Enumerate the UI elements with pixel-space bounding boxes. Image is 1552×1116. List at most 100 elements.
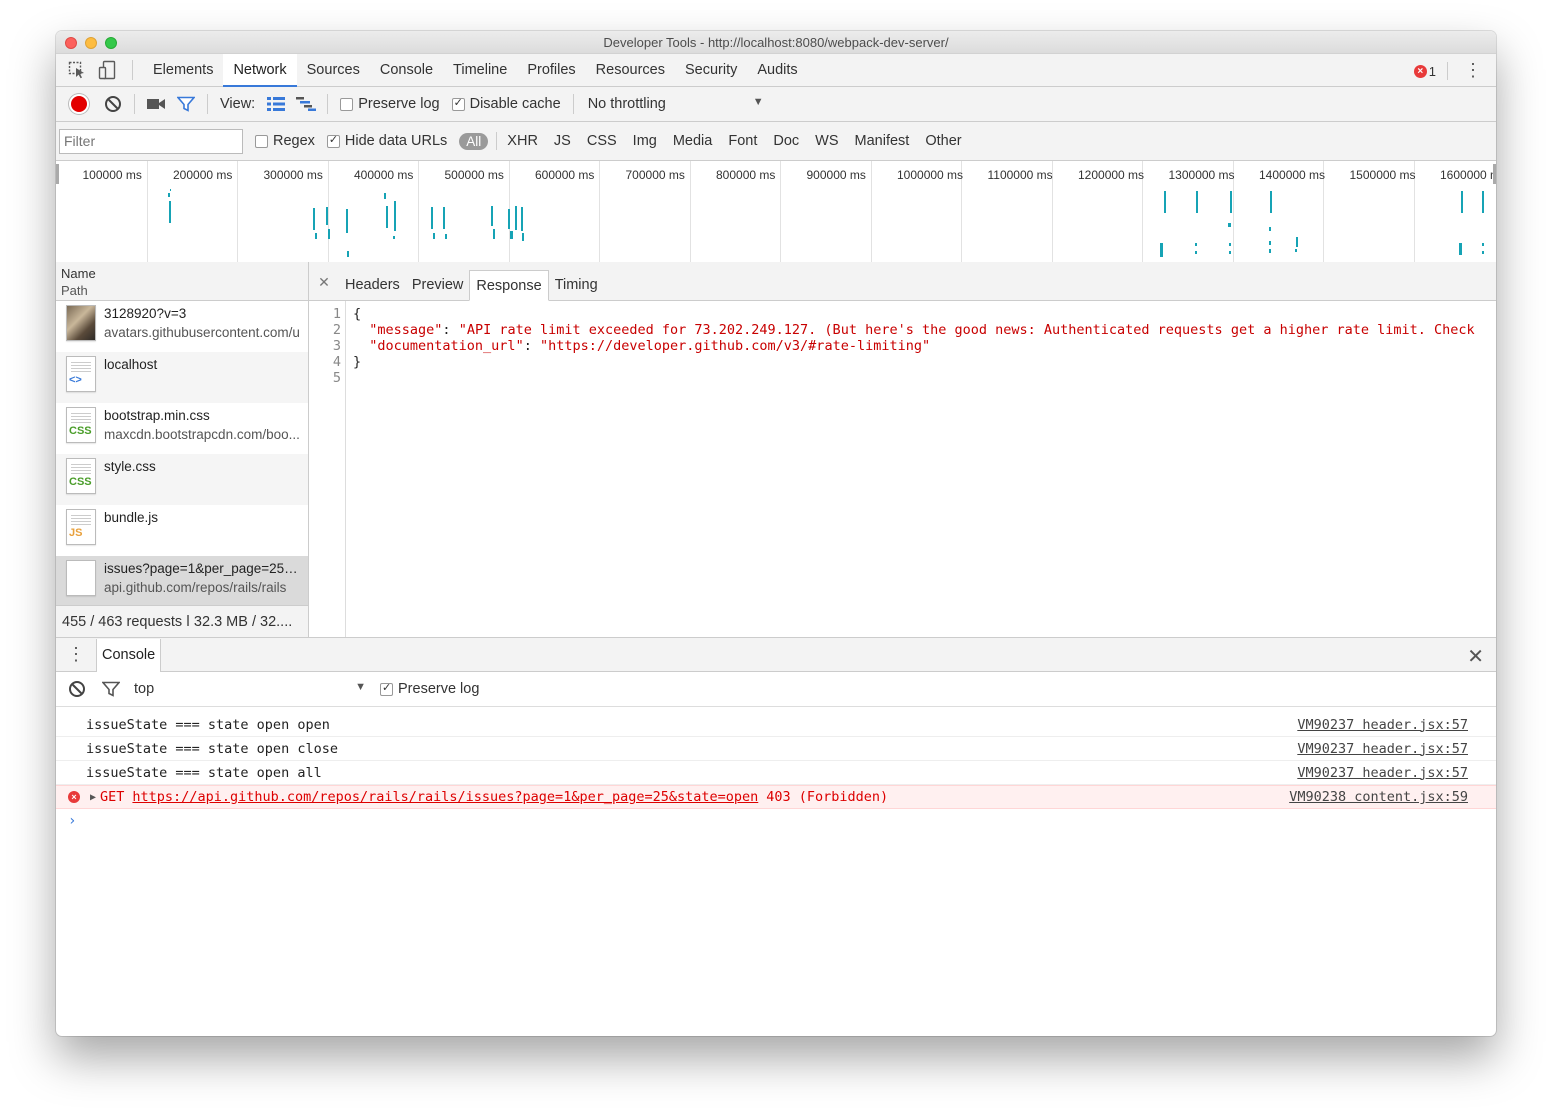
log-source-link[interactable]: VM90237 header.jsx:57 xyxy=(1297,741,1468,757)
overview-toggle-button[interactable] xyxy=(291,89,321,119)
close-window-button[interactable] xyxy=(65,37,77,49)
filter-type-ws[interactable]: WS xyxy=(807,133,846,149)
code-line: { xyxy=(353,306,1496,322)
filter-input[interactable] xyxy=(59,128,243,154)
throttling-select[interactable]: No throttling ▼ xyxy=(588,96,764,112)
request-row[interactable]: CSS style.css xyxy=(56,454,308,505)
console-filter-icon[interactable] xyxy=(102,681,120,697)
request-row[interactable]: 3128920?v=3 avatars.githubusercontent.com… xyxy=(56,301,308,352)
error-url-link[interactable]: https://api.github.com/repos/rails/rails… xyxy=(132,789,758,805)
error-counter[interactable]: × 1 xyxy=(1413,62,1448,80)
tab-timeline[interactable]: Timeline xyxy=(443,54,517,87)
checkbox-unchecked[interactable] xyxy=(340,97,354,111)
request-path: api.github.com/repos/rails/rails xyxy=(104,580,287,595)
request-row[interactable]: issues?page=1&per_page=25&... api.github.… xyxy=(56,556,308,607)
request-name: bundle.js xyxy=(104,510,159,525)
request-row[interactable]: CSS bootstrap.min.css maxcdn.bootstrapcdn.… xyxy=(56,403,308,454)
tab-headers[interactable]: Headers xyxy=(339,270,406,300)
regex-checkbox[interactable]: Regex xyxy=(255,133,315,149)
console-preserve-log-checkbox[interactable]: Preserve log xyxy=(380,681,479,697)
console-prompt[interactable]: › xyxy=(56,809,1496,833)
context-select[interactable]: top ▼ xyxy=(126,681,366,697)
regex-label: Regex xyxy=(273,133,315,149)
request-name: style.css xyxy=(104,459,156,474)
filter-type-other[interactable]: Other xyxy=(917,133,969,149)
filter-type-media[interactable]: Media xyxy=(665,133,721,149)
toolbar-divider xyxy=(572,94,574,114)
log-text: issueState === state open all xyxy=(86,764,322,781)
close-detail-icon[interactable]: ✕ xyxy=(309,264,339,300)
record-button[interactable] xyxy=(64,89,94,119)
tab-elements[interactable]: Elements xyxy=(143,54,223,87)
preserve-log-label: Preserve log xyxy=(358,96,440,112)
tab-timing[interactable]: Timing xyxy=(549,270,604,300)
tab-response[interactable]: Response xyxy=(469,270,549,301)
tab-resources[interactable]: Resources xyxy=(586,54,675,87)
checkbox-unchecked[interactable] xyxy=(255,134,268,148)
checkbox-checked[interactable] xyxy=(451,96,465,111)
filter-type-all[interactable]: All xyxy=(459,132,489,150)
tab-audits[interactable]: Audits xyxy=(747,54,807,87)
overview-left-handle[interactable] xyxy=(56,164,59,184)
more-options-icon[interactable]: ⋮ xyxy=(1464,61,1482,79)
zoom-window-button[interactable] xyxy=(105,37,117,49)
inspect-element-icon[interactable] xyxy=(62,54,92,87)
close-drawer-icon[interactable]: ✕ xyxy=(1467,644,1484,669)
checkbox-checked[interactable] xyxy=(326,133,340,148)
name-column-header[interactable]: Name xyxy=(61,265,303,282)
console-log-message: issueState === state open all VM90237 hea… xyxy=(56,761,1496,785)
request-path: avatars.githubusercontent.com/u xyxy=(104,325,300,340)
js-file-icon: JS xyxy=(66,509,96,545)
overview-right-handle[interactable] xyxy=(1493,164,1496,184)
filter-type-doc[interactable]: Doc xyxy=(765,133,807,149)
tab-console[interactable]: Console xyxy=(370,54,443,87)
request-row[interactable]: <> localhost xyxy=(56,352,308,403)
error-source-link[interactable]: VM90238 content.jsx:59 xyxy=(1289,789,1468,805)
toolbar-divider xyxy=(327,94,329,114)
record-icon xyxy=(71,96,87,112)
tab-profiles[interactable]: Profiles xyxy=(517,54,585,87)
expand-triangle-icon[interactable]: ▶ xyxy=(90,792,96,803)
window-controls xyxy=(65,37,117,49)
filter-type-js[interactable]: JS xyxy=(546,133,579,149)
hide-data-urls-checkbox[interactable]: Hide data URLs xyxy=(326,133,447,149)
network-toolbar: View: Preserve log Disable cache No thro… xyxy=(56,87,1496,122)
clear-button[interactable] xyxy=(98,89,128,119)
tab-preview[interactable]: Preview xyxy=(406,270,470,300)
capture-screenshots-button[interactable] xyxy=(141,89,171,119)
filter-type-xhr[interactable]: XHR xyxy=(499,133,546,149)
request-row[interactable]: JS bundle.js xyxy=(56,505,308,556)
filter-type-css[interactable]: CSS xyxy=(579,133,625,149)
waterfall-view-icon xyxy=(296,97,317,111)
console-log-message: issueState === state open close VM90237 h… xyxy=(56,737,1496,761)
css-file-icon: CSS xyxy=(66,407,96,443)
clear-console-icon[interactable] xyxy=(68,680,86,698)
disable-cache-checkbox[interactable]: Disable cache xyxy=(451,96,561,112)
log-source-link[interactable]: VM90237 header.jsx:57 xyxy=(1297,765,1468,781)
large-rows-button[interactable] xyxy=(261,89,291,119)
response-body[interactable]: { "message": "API rate limit exceeded fo… xyxy=(346,301,1496,637)
console-preserve-log-label: Preserve log xyxy=(398,681,480,697)
tab-network[interactable]: Network xyxy=(223,53,297,87)
css-file-icon: CSS xyxy=(66,458,96,494)
line-number: 4 xyxy=(332,354,341,370)
log-text: issueState === state open close xyxy=(86,740,338,757)
filter-toggle-button[interactable] xyxy=(171,89,201,119)
preserve-log-checkbox[interactable]: Preserve log xyxy=(340,96,440,112)
filter-type-manifest[interactable]: Manifest xyxy=(847,133,918,149)
blank-file-icon xyxy=(66,560,96,596)
minimize-window-button[interactable] xyxy=(85,37,97,49)
device-mode-icon[interactable] xyxy=(92,54,122,87)
filter-type-img[interactable]: Img xyxy=(625,133,665,149)
log-source-link[interactable]: VM90237 header.jsx:57 xyxy=(1297,717,1468,733)
request-list-header[interactable]: Name Path xyxy=(56,262,308,301)
drawer-menu-icon[interactable]: ⋮ xyxy=(56,644,96,665)
log-text: issueState === state open open xyxy=(86,716,330,733)
path-column-header[interactable]: Path xyxy=(61,282,303,299)
tab-console-drawer[interactable]: Console xyxy=(96,638,162,672)
tab-security[interactable]: Security xyxy=(675,54,747,87)
checkbox-checked[interactable] xyxy=(380,681,393,696)
filter-type-font[interactable]: Font xyxy=(720,133,765,149)
tab-sources[interactable]: Sources xyxy=(297,54,370,87)
